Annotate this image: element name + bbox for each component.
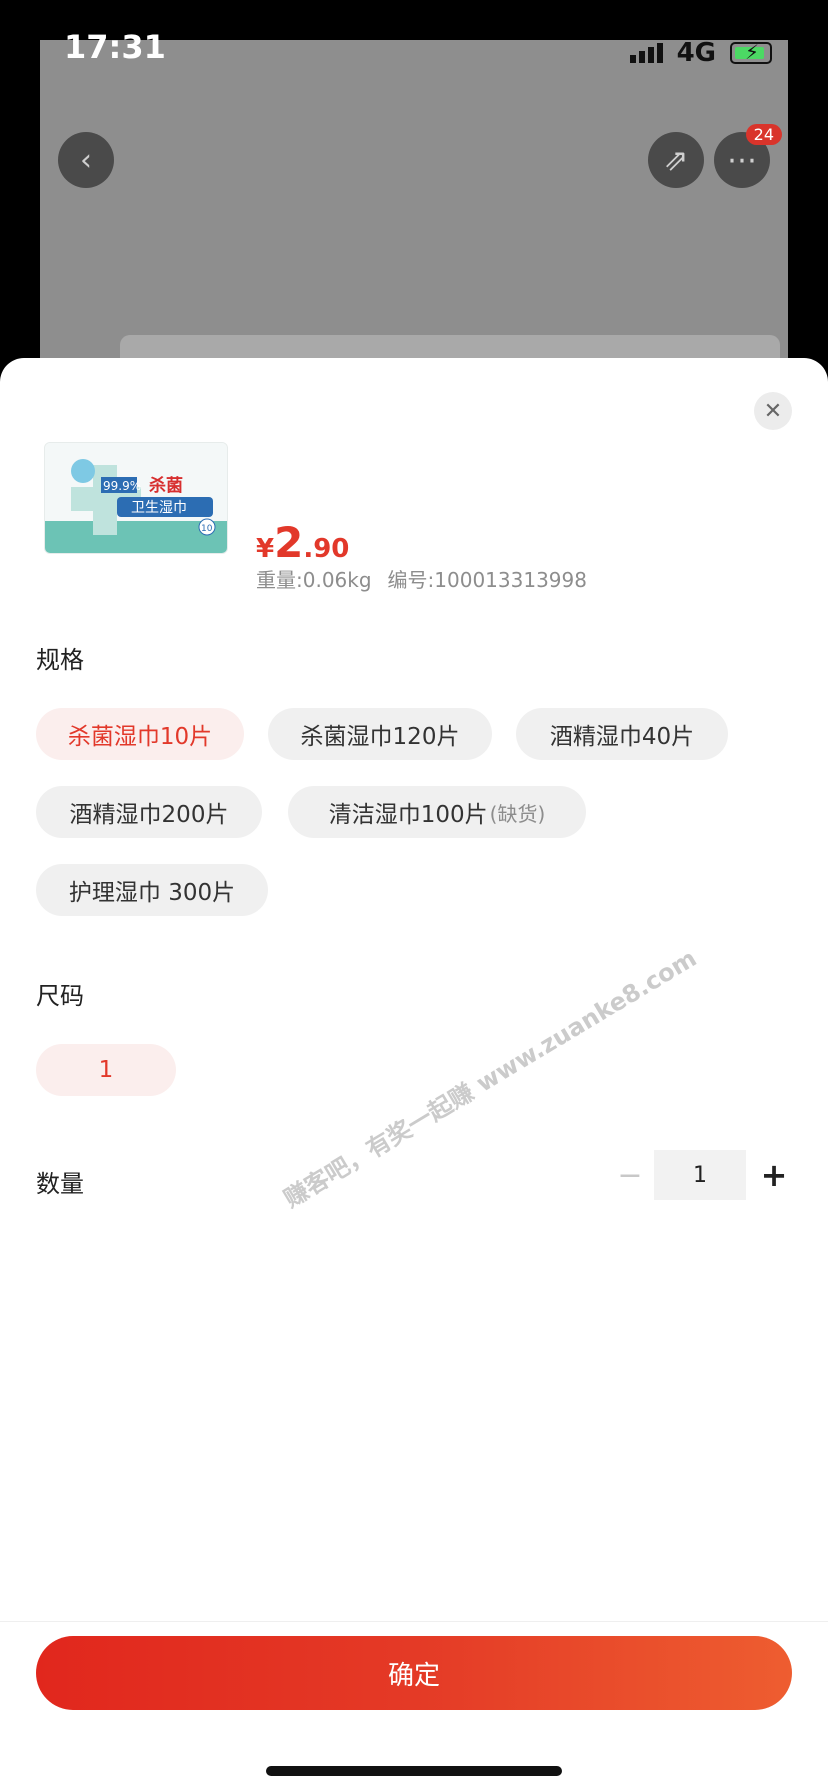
size-option-label: 1 <box>98 1057 114 1083</box>
quantity-increase-button[interactable]: + <box>752 1150 796 1200</box>
close-icon: ✕ <box>763 398 783 424</box>
product-thumbnail: 99.9% 杀菌 卫生湿巾 10 <box>44 442 228 554</box>
spec-option-label: 酒精湿巾200片 <box>69 802 229 828</box>
product-sku: 编号:100013313998 <box>387 568 587 592</box>
price-symbol: ¥ <box>256 534 275 564</box>
thumb-text-2: 杀菌 <box>149 475 183 496</box>
spec-option-label: 杀菌湿巾120片 <box>300 724 460 750</box>
more-icon: ⋯ <box>727 142 757 178</box>
price-integer: 2 <box>274 518 304 567</box>
share-icon: ⇗ <box>663 142 689 178</box>
plus-icon: + <box>760 1156 788 1194</box>
status-bar: 17:31 4G ⚡ <box>0 0 828 68</box>
home-indicator <box>266 1766 562 1776</box>
footer-divider <box>0 1621 828 1622</box>
battery-icon: ⚡ <box>730 40 772 64</box>
quantity-value: 1 <box>693 1162 707 1188</box>
confirm-label: 确定 <box>387 1660 440 1691</box>
spec-option-out-of-stock[interactable]: 清洁湿巾100片 (缺货) <box>288 786 586 838</box>
back-button[interactable]: ‹ <box>58 132 114 188</box>
background-page: ‹ ⇗ ⋯ 24 <box>40 40 788 400</box>
spec-option[interactable]: 杀菌湿巾120片 <box>268 708 492 760</box>
quantity-decrease-button[interactable]: − <box>608 1150 652 1200</box>
spec-option-label: 清洁湿巾100片 <box>328 802 488 828</box>
notification-badge: 24 <box>745 124 782 145</box>
quantity-title: 数量 <box>36 1170 84 1198</box>
minus-icon: − <box>617 1157 643 1193</box>
spec-option-label: 护理湿巾 300片 <box>68 880 236 906</box>
price-decimal: .90 <box>303 534 350 564</box>
spec-selector-sheet: ✕ 99.9% 杀菌 卫生湿巾 10 ¥2.90 重量:0.06kg 编号:100… <box>0 358 828 1792</box>
quantity-row: 数量 − 1 + <box>0 1150 828 1206</box>
spec-option[interactable]: 杀菌湿巾10片 <box>36 708 244 760</box>
close-button[interactable]: ✕ <box>754 392 792 430</box>
network-type: 4G <box>676 38 716 68</box>
spec-option-label: 杀菌湿巾10片 <box>67 724 213 750</box>
spec-title: 规格 <box>36 646 84 674</box>
chevron-left-icon: ‹ <box>80 142 92 178</box>
thumb-text-3: 卫生湿巾 <box>131 500 187 516</box>
size-title: 尺码 <box>36 982 84 1010</box>
thumb-text-1: 99.9% <box>103 479 141 493</box>
out-of-stock-label: (缺货) <box>489 801 546 826</box>
spec-option[interactable]: 酒精湿巾200片 <box>36 786 262 838</box>
size-option[interactable]: 1 <box>36 1044 176 1096</box>
product-meta: 重量:0.06kg 编号:100013313998 <box>256 564 587 593</box>
share-button[interactable]: ⇗ <box>648 132 704 188</box>
status-time: 17:31 <box>64 28 166 66</box>
spec-option[interactable]: 护理湿巾 300片 <box>36 864 268 916</box>
spec-option-label: 酒精湿巾40片 <box>549 724 695 750</box>
thumb-text-4: 10 <box>201 524 213 534</box>
status-indicators: 4G ⚡ <box>629 38 772 68</box>
product-weight: 重量:0.06kg <box>256 568 372 592</box>
quantity-input[interactable]: 1 <box>654 1150 746 1200</box>
signal-icon <box>629 43 663 63</box>
wipes-package-image: 99.9% 杀菌 卫生湿巾 10 <box>45 443 227 553</box>
spec-option[interactable]: 酒精湿巾40片 <box>516 708 728 760</box>
confirm-button[interactable]: 确定 <box>36 1636 792 1710</box>
price: ¥2.90 <box>256 518 349 567</box>
more-button[interactable]: ⋯ 24 <box>714 124 782 188</box>
